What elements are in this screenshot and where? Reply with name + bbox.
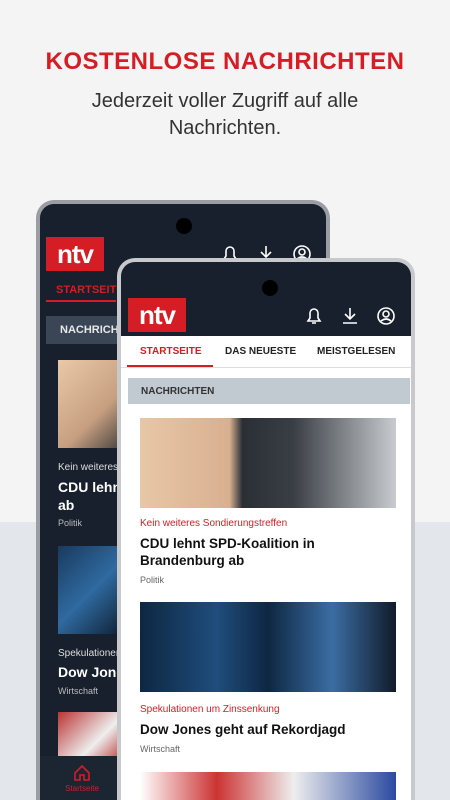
tab-startseite[interactable]: STARTSEITE [56,284,124,296]
camera-icon [262,280,278,296]
article-kicker: Spekulationen um Zinssenkung [140,704,280,715]
download-icon[interactable] [340,306,360,326]
promo-subline: Jederzeit voller Zugriff auf alle Nachri… [91,90,359,139]
front-phone-screen: ntv STARTSEITE DAS NEUESTE MEISTGELESEN … [121,262,411,800]
nav-home[interactable]: Startseite [62,764,102,793]
article-image[interactable] [140,602,396,692]
article-category: Wirtschaft [58,686,99,696]
camera-icon [176,218,192,234]
ntv-logo[interactable]: ntv [128,298,186,332]
home-icon [74,764,90,781]
article-title[interactable]: CDU lehnt SPD-Koalition in Brandenburg a… [140,535,400,569]
article-title[interactable]: Dow Jones geht auf Rekordjagd [140,721,400,738]
tab-indicator [46,300,116,302]
logo-text: ntv [57,239,94,269]
article-kicker: Kein weiteres [58,462,119,473]
article-image[interactable] [140,772,396,800]
ntv-logo[interactable]: ntv [46,237,104,271]
app-header: ntv [121,262,411,336]
tab-bar: STARTSEITE DAS NEUESTE MEISTGELESEN [121,336,411,368]
article-kicker: Kein weiteres Sondierungstreffen [140,518,288,529]
article-category: Politik [140,575,165,585]
tab-meistgelesen[interactable]: MEISTGELESEN [317,346,395,357]
tab-das-neueste[interactable]: DAS NEUESTE [225,346,296,357]
article-category: Politik [58,518,83,528]
bell-icon[interactable] [304,306,324,326]
article-category: Wirtschaft [140,744,181,754]
section-header: NACHRICHTEN [128,378,410,404]
nav-home-label: Startseite [65,784,99,793]
account-icon[interactable] [376,306,396,326]
article-image[interactable] [140,418,396,508]
logo-text: ntv [139,300,176,330]
promo-headline: KOSTENLOSE NACHRICHTEN [45,48,405,75]
article-kicker: Spekulationen [58,648,122,659]
front-phone: ntv STARTSEITE DAS NEUESTE MEISTGELESEN … [117,258,415,800]
tab-startseite[interactable]: STARTSEITE [140,346,201,357]
tab-indicator [127,365,213,367]
